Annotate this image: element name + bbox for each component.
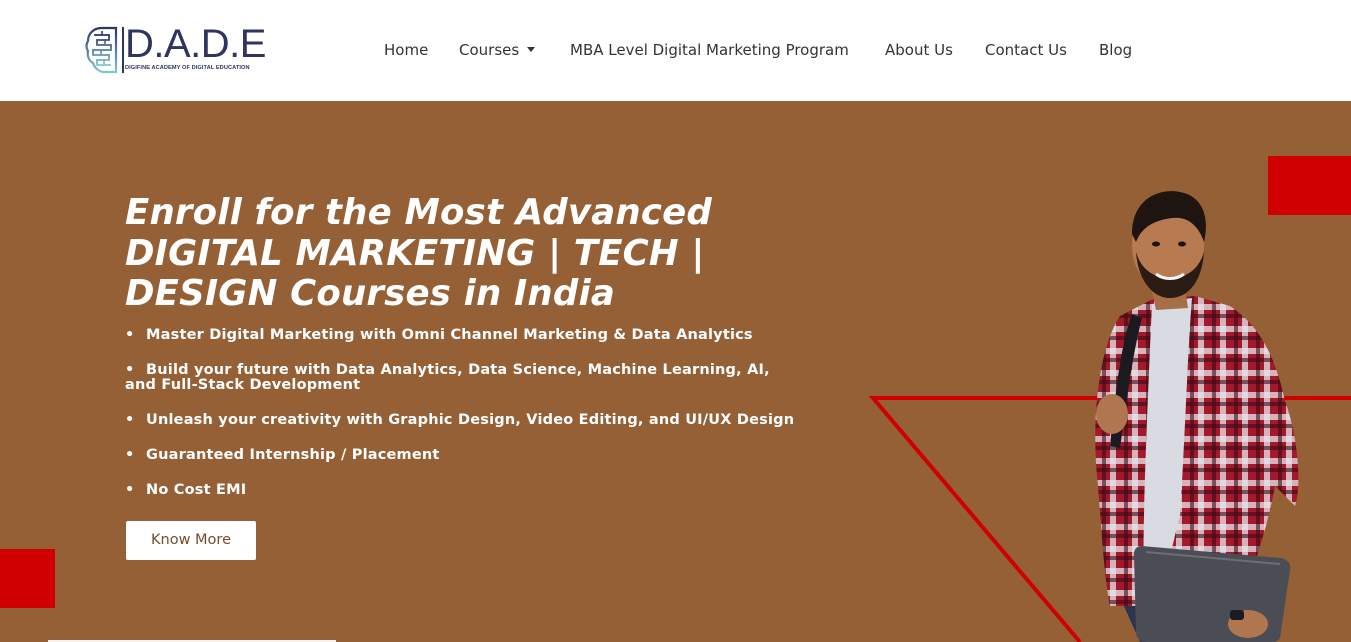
- nav-blog-label: Blog: [1099, 41, 1133, 59]
- feature-item-text: Unleash your creativity with Graphic Des…: [146, 412, 795, 428]
- nav-home-label: Home: [384, 41, 429, 59]
- nav-courses[interactable]: Courses: [459, 40, 536, 60]
- nav-home[interactable]: Home: [384, 40, 428, 60]
- bullet-dot-icon: •: [125, 447, 135, 463]
- nav-blog[interactable]: Blog: [1099, 40, 1132, 60]
- bullet-dot-icon: •: [125, 482, 135, 498]
- nav-contact-us[interactable]: Contact Us: [985, 40, 1067, 60]
- nav-about-us-label: About Us: [885, 41, 953, 59]
- feature-item: • Build your future with Data Analytics,…: [125, 363, 785, 393]
- nav-contact-us-label: Contact Us: [985, 41, 1067, 59]
- bullet-dot-icon: •: [125, 327, 135, 343]
- logo-divider: [122, 27, 124, 73]
- bullet-dot-icon: •: [125, 362, 135, 378]
- feature-item: • Master Digital Marketing with Omni Cha…: [125, 328, 805, 343]
- nav-about-us[interactable]: About Us: [885, 40, 953, 60]
- logo-tagline: DIGIFINE ACADEMY OF DIGITAL EDUCATION: [125, 65, 250, 71]
- feature-item: • No Cost EMI: [125, 483, 805, 498]
- feature-item: • Unleash your creativity with Graphic D…: [125, 413, 805, 428]
- logo-wordmark: D.A.D.E: [125, 22, 266, 66]
- know-more-button[interactable]: Know More: [126, 521, 256, 560]
- hero-headline-line-1: Enroll for the Most Advanced: [125, 192, 712, 233]
- dade-logo[interactable]: D.A.D.E DIGIFINE ACADEMY OF DIGITAL EDUC…: [85, 22, 270, 76]
- feature-item-text: Master Digital Marketing with Omni Chann…: [146, 327, 753, 343]
- feature-item-text: Build your future with Data Analytics, D…: [125, 362, 770, 393]
- hero-headline-line-3: DESIGN Courses in India: [125, 273, 616, 314]
- feature-item-text: Guaranteed Internship / Placement: [146, 447, 440, 463]
- student-photo: [1095, 191, 1299, 642]
- nav-mba-program[interactable]: MBA Level Digital Marketing Program: [570, 40, 849, 60]
- hero-headline-line-2: DIGITAL MARKETING | TECH |: [125, 232, 705, 274]
- feature-item-text: No Cost EMI: [146, 482, 247, 498]
- hero-banner: Enroll for the Most Advanced DIGITAL MAR…: [0, 101, 1351, 642]
- site-header: D.A.D.E DIGIFINE ACADEMY OF DIGITAL EDUC…: [0, 0, 1351, 101]
- nav-mba-program-label: MBA Level Digital Marketing Program: [570, 41, 849, 59]
- nav-courses-label: Courses: [459, 41, 520, 59]
- brain-maze-icon: [85, 26, 118, 74]
- feature-item: • Guaranteed Internship / Placement: [125, 448, 805, 463]
- hero-headline: Enroll for the Most Advanced DIGITAL MAR…: [125, 192, 765, 315]
- caret-down-icon: [527, 47, 536, 52]
- bullet-dot-icon: •: [125, 412, 135, 428]
